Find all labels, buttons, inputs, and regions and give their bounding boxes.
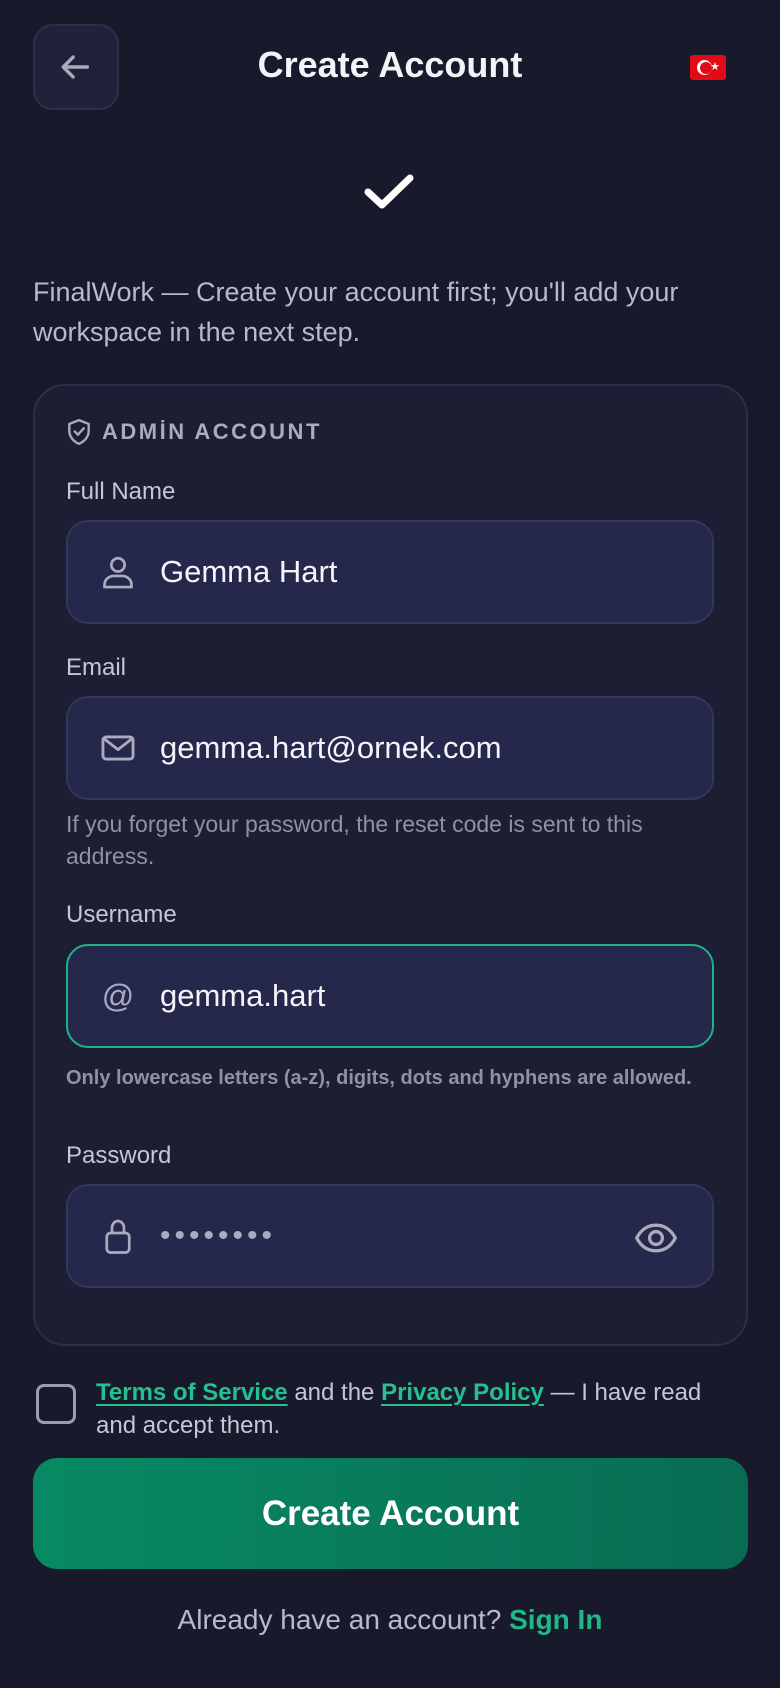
checkmark-icon — [364, 174, 414, 209]
full-name-field[interactable]: Gemma Hart — [66, 520, 714, 624]
email-value: gemma.hart@ornek.com — [160, 730, 502, 765]
password-value: •••••••• — [160, 1219, 277, 1252]
terms-checkbox[interactable] — [36, 1384, 76, 1424]
password-field[interactable]: •••••••• — [66, 1184, 714, 1288]
full-name-value: Gemma Hart — [160, 554, 338, 589]
create-account-screen: Create Account ★ FinalWork — Create your… — [0, 0, 780, 1688]
signin-prompt: Already have an account? — [177, 1604, 510, 1635]
shield-check-icon — [68, 418, 90, 446]
sign-in-link[interactable]: Sign In — [509, 1604, 602, 1635]
username-label: Username — [66, 901, 177, 928]
intro-text: FinalWork — Create your account first; y… — [33, 277, 679, 347]
section-header: ADMİN ACCOUNT — [66, 417, 322, 447]
password-label: Password — [66, 1142, 172, 1169]
section-title: ADMİN ACCOUNT — [102, 419, 322, 444]
page-title: Create Account — [257, 44, 523, 85]
username-field[interactable]: @ gemma.hart — [66, 944, 714, 1048]
mail-icon — [98, 728, 138, 768]
full-name-label: Full Name — [66, 478, 176, 505]
terms-connector: and the — [287, 1379, 382, 1406]
user-icon — [98, 552, 138, 592]
email-label: Email — [66, 654, 127, 681]
username-hint: Only lowercase letters (a-z), digits, do… — [66, 1067, 692, 1089]
eye-icon[interactable] — [634, 1216, 678, 1260]
email-hint: If you forget your password, the reset c… — [66, 811, 643, 869]
username-value: gemma.hart — [160, 978, 326, 1013]
terms-of-service-link[interactable]: Terms of Service — [96, 1379, 288, 1406]
privacy-policy-link[interactable]: Privacy Policy — [381, 1379, 544, 1406]
lock-icon — [98, 1216, 138, 1256]
create-account-button[interactable]: Create Account — [33, 1458, 748, 1569]
signin-row: Already have an account? Sign In — [0, 1604, 780, 1636]
email-field[interactable]: gemma.hart@ornek.com — [66, 696, 714, 800]
at-sign-icon: @ — [101, 977, 135, 1014]
turkey-flag-icon[interactable]: ★ — [690, 55, 726, 80]
terms-text: Terms of Service and the Privacy Policy … — [96, 1376, 746, 1442]
